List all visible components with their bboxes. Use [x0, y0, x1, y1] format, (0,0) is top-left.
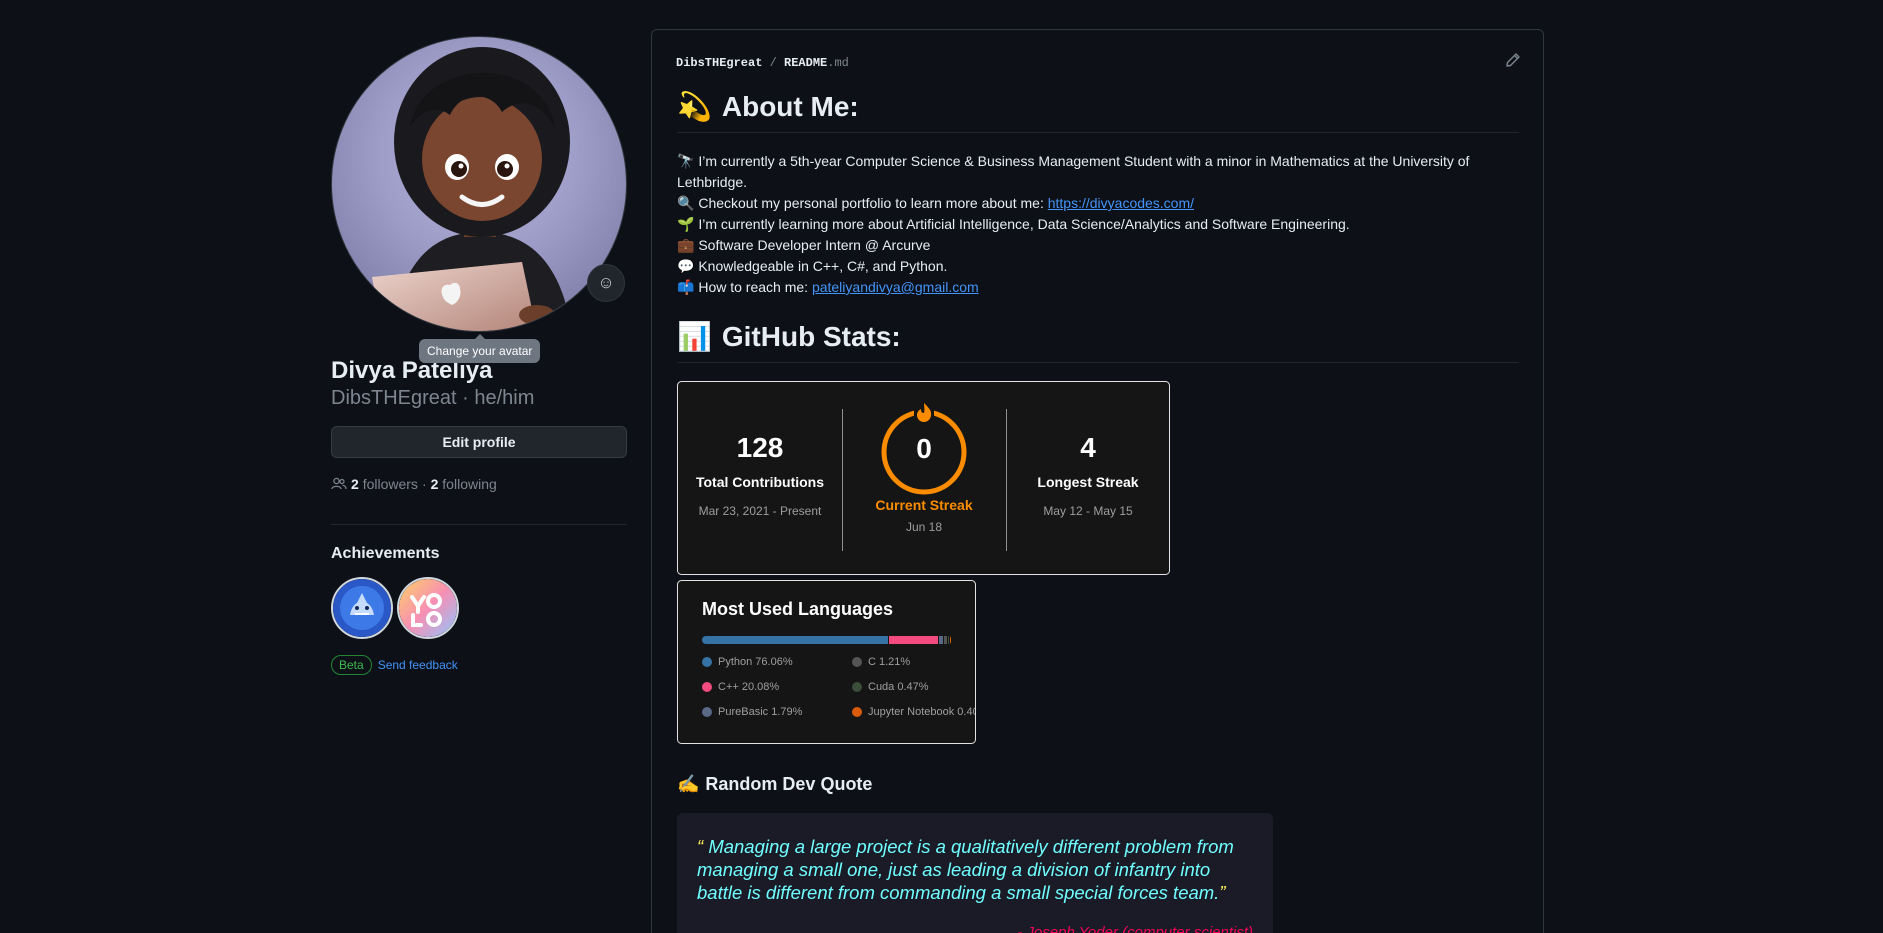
language-legend-item: Python 76.06% [702, 656, 793, 668]
avatar-container: ☺ [331, 36, 627, 332]
sidebar-divider [331, 524, 627, 525]
readme-panel: DibsTHEgreat / README.md 💫 About Me: 🔭 I… [651, 29, 1544, 933]
language-color-dot [702, 657, 712, 667]
language-color-dot [852, 657, 862, 667]
language-label: C 1.21% [868, 656, 911, 668]
language-legend-item: Cuda 0.47% [852, 681, 929, 693]
current-streak-label: Current Streak [875, 497, 973, 513]
language-bar-segment [702, 636, 888, 644]
language-label: C++ 20.08% [718, 681, 780, 693]
github-stats-heading: 📊 GitHub Stats: [677, 320, 1519, 363]
achievements-heading[interactable]: Achievements [331, 545, 627, 563]
portfolio-link[interactable]: https://divyacodes.com/ [1048, 195, 1194, 211]
quote-card[interactable]: “ Managing a large project is a qualitat… [677, 813, 1273, 933]
about-me-list: 🔭 I’m currently a 5th-year Computer Scie… [677, 151, 1519, 298]
total-contributions-label: Total Contributions [695, 474, 825, 490]
top-languages-card[interactable]: Most Used Languages Python 76.06% C++ 20.… [677, 580, 976, 744]
magnifier-icon: 🔍 [677, 195, 695, 211]
language-bar-segment [888, 636, 938, 644]
longest-streak-value: 4 [1080, 432, 1096, 463]
about-line: 🌱 I’m currently learning more about Arti… [677, 216, 1350, 232]
seedling-icon: 🌱 [677, 216, 695, 232]
briefcase-icon: 💼 [677, 237, 695, 253]
total-contributions-range: Mar 23, 2021 - Present [698, 504, 822, 518]
current-streak-date: Jun 18 [905, 520, 943, 534]
mailbox-icon: 📫 [677, 279, 695, 295]
readme-path-user[interactable]: DibsTHEgreat [676, 56, 762, 70]
shark-icon [333, 579, 391, 637]
language-color-dot [852, 707, 862, 717]
avatar-tooltip: Change your avatar [419, 334, 541, 363]
edit-profile-button[interactable]: Edit profile [331, 426, 627, 458]
language-label: Jupyter Notebook 0.40% [868, 706, 975, 718]
beta-feedback-row: Beta Send feedback [331, 655, 627, 675]
total-contributions-value: 128 [736, 432, 784, 463]
about-line: 💬 Knowledgeable in C++, C#, and Python. [677, 258, 948, 274]
language-bar-segment [943, 636, 947, 644]
readme-path-file: README [784, 56, 828, 70]
profile-username: DibsTHEgreat · he/him [331, 387, 535, 409]
language-legend-item: PureBasic 1.79% [702, 706, 802, 718]
smiley-icon: ☺ [597, 273, 615, 292]
follow-stats: 2 followers · 2 following [331, 476, 627, 492]
quote-author: - Joseph Yoder (computer scientist) [1017, 924, 1253, 933]
language-legend-item: C++ 20.08% [702, 681, 779, 693]
following-link[interactable]: 2 following [431, 476, 497, 492]
achievement-badges [331, 577, 627, 639]
achievement-badge-yolo[interactable] [397, 577, 459, 639]
followers-link[interactable]: 2 followers [351, 476, 418, 492]
language-label: Cuda 0.47% [868, 681, 929, 693]
telescope-icon: 🔭 [677, 153, 695, 169]
language-bar-segment [938, 636, 943, 644]
longest-streak-label: Longest Streak [1037, 474, 1139, 490]
about-line: 🔭 I’m currently a 5th-year Computer Scie… [677, 153, 1470, 190]
language-legend-item: C 1.21% [852, 656, 910, 668]
top-languages-title: Most Used Languages [702, 599, 894, 619]
achievement-badge-pull-shark[interactable] [331, 577, 393, 639]
beta-label: Beta [331, 655, 372, 675]
about-line: 🔍 Checkout my personal portfolio to lear… [677, 195, 1195, 211]
about-line: 💼 Software Developer Intern @ Arcurve [677, 237, 931, 253]
yolo-icon [399, 579, 457, 637]
longest-streak-block: 4 Longest Streak May 12 - May 15 [1006, 382, 1170, 518]
random-dev-quote-heading: ✍️ Random Dev Quote [677, 774, 873, 794]
avatar[interactable] [331, 36, 627, 332]
streak-stats-card[interactable]: 128 Total Contributions Mar 23, 2021 - P… [677, 381, 1170, 575]
language-label: Python 76.06% [718, 656, 793, 668]
language-bar-segment [947, 636, 950, 644]
current-streak-value: 0 [916, 433, 932, 464]
longest-streak-range: May 12 - May 15 [1043, 504, 1133, 518]
people-icon [331, 477, 347, 490]
dizzy-emoji-icon: 💫 [677, 91, 712, 122]
about-me-heading: 💫 About Me: [677, 90, 1519, 133]
email-link[interactable]: pateliyandivya@gmail.com [812, 279, 979, 295]
language-color-dot [702, 707, 712, 717]
language-label: PureBasic 1.79% [718, 706, 803, 718]
send-feedback-link[interactable]: Send feedback [378, 658, 458, 672]
language-legend-item: Jupyter Notebook 0.40% [852, 706, 975, 718]
language-color-dot [852, 682, 862, 692]
speech-bubble-icon: 💬 [677, 258, 695, 274]
quote-text: “ Managing a large project is a qualitat… [697, 836, 1234, 903]
writing-hand-icon: ✍️ [677, 774, 700, 794]
language-color-dot [702, 682, 712, 692]
pencil-icon [1506, 53, 1520, 67]
edit-readme-button[interactable] [1505, 52, 1521, 73]
profile-sidebar: ☺ Change your avatar Divya Pateliya Dibs… [331, 36, 627, 675]
language-progress-bar [702, 636, 952, 644]
avatar-illustration [372, 47, 572, 331]
set-status-button[interactable]: ☺ [587, 264, 625, 302]
total-contributions-block: 128 Total Contributions Mar 23, 2021 - P… [678, 382, 842, 518]
current-streak-block: 0 Current Streak Jun 18 [842, 382, 1006, 534]
readme-path: DibsTHEgreat / README.md [676, 56, 849, 70]
language-bar-segment [950, 636, 951, 644]
bar-chart-emoji-icon: 📊 [677, 321, 712, 352]
about-line: 📫 How to reach me: pateliyandivya@gmail.… [677, 279, 979, 295]
